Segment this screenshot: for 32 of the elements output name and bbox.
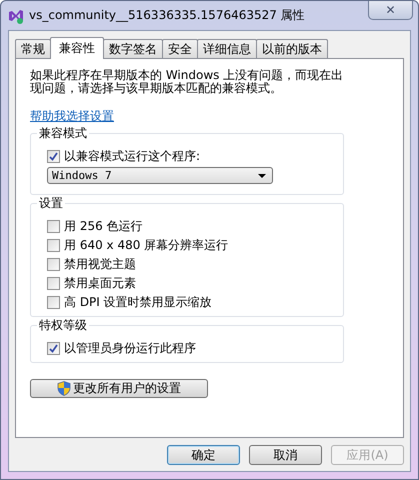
dialog-button[interactable]: 确定: [167, 445, 240, 465]
caret-icon: [258, 174, 266, 178]
checkbox-label: 以管理员身份运行此程序: [64, 340, 196, 356]
checkbox[interactable]: [47, 220, 60, 232]
checkbox-label: 高 DPI 设置时禁用显示缩放: [64, 294, 212, 310]
checkbox[interactable]: [47, 150, 60, 162]
app-icon: [8, 8, 24, 24]
checkbox[interactable]: [47, 238, 60, 252]
checkbox[interactable]: [47, 258, 60, 270]
tab[interactable]: 详细信息: [197, 39, 257, 58]
checkbox-label: 用 256 色运行: [64, 218, 143, 234]
shield-icon: [57, 381, 71, 396]
intro-text: 如果此程序在早期版本的 Windows 上没有问题，而现在出现问题，请选择与该早期版本匹配的兼容模式。: [30, 69, 344, 95]
tab[interactable]: 以前的版本: [256, 39, 328, 58]
tab[interactable]: 兼容性: [50, 37, 104, 59]
checkbox-label: 用 640 x 480 屏幕分辨率运行: [64, 236, 228, 254]
close-button[interactable]: ✕: [368, 1, 413, 20]
checkbox[interactable]: [47, 276, 60, 290]
window-title: vs_community__516336335.1576463527 属性: [29, 7, 305, 24]
change-all-users-button[interactable]: 更改所有用户的设置: [30, 379, 208, 398]
compatibility-dropdown[interactable]: Windows 7: [47, 167, 273, 184]
checkbox[interactable]: [47, 296, 60, 308]
tab[interactable]: 数字签名: [103, 39, 163, 58]
checkbox[interactable]: [47, 342, 60, 354]
tab[interactable]: 安全: [162, 39, 198, 58]
group-title: 特权等级: [37, 317, 89, 334]
checkbox-label: 禁用桌面元素: [64, 274, 136, 292]
checkbox-label: 以兼容模式运行这个程序:: [64, 148, 200, 164]
help-link[interactable]: 帮助我选择设置: [30, 108, 114, 125]
checkbox-label: 禁用视觉主题: [64, 256, 136, 272]
tab[interactable]: 常规: [15, 39, 51, 58]
dialog-button[interactable]: 取消: [249, 445, 322, 465]
